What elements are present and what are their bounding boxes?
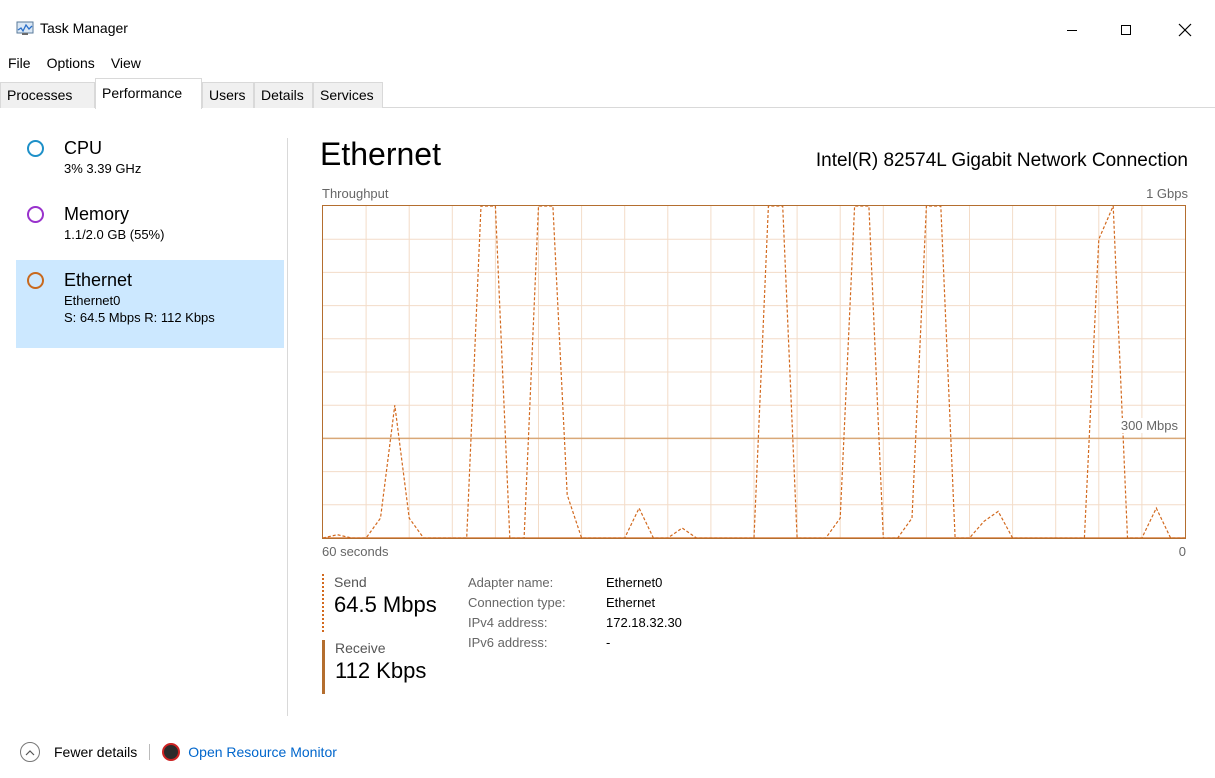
tab-strip: Processes Performance Users Details Serv… xyxy=(0,78,1215,109)
send-value: 64.5 Mbps xyxy=(334,592,437,617)
time-axis-start-label: 60 seconds xyxy=(322,544,389,559)
task-manager-icon xyxy=(16,21,34,35)
minimize-icon xyxy=(1067,30,1077,31)
menu-bar: File Options View xyxy=(0,52,149,74)
sidebar-item-speed: S: 64.5 Mbps R: 112 Kbps xyxy=(64,310,215,325)
sidebar-item-title: Memory xyxy=(64,204,130,224)
footer-divider xyxy=(149,744,151,760)
sidebar-item-memory[interactable]: Memory 1.1/2.0 GB (55%) xyxy=(16,194,284,260)
throughput-label: Throughput xyxy=(322,186,389,201)
title-bar: Task Manager xyxy=(0,0,1215,52)
sidebar-item-title: Ethernet xyxy=(64,270,133,290)
send-label: Send xyxy=(334,574,367,590)
info-value: 172.18.32.30 xyxy=(606,615,682,630)
memory-circle-icon xyxy=(27,206,44,223)
performance-sidebar: CPU 3% 3.39 GHz Memory 1.1/2.0 GB (55%) … xyxy=(16,128,284,348)
receive-stat: Receive 112 Kbps xyxy=(322,640,426,694)
adapter-info: Adapter name: Ethernet0 Connection type:… xyxy=(468,575,682,655)
max-throughput-label: 1 Gbps xyxy=(1146,186,1188,201)
sidebar-item-detail: Ethernet0 xyxy=(64,293,121,308)
sidebar-item-title: CPU xyxy=(64,138,103,158)
menu-file[interactable]: File xyxy=(0,52,39,74)
info-label: IPv4 address: xyxy=(468,615,548,630)
info-value: Ethernet0 xyxy=(606,575,663,590)
window-title: Task Manager xyxy=(40,20,128,36)
info-row-adapter-name: Adapter name: Ethernet0 xyxy=(468,575,682,595)
time-axis-end-label: 0 xyxy=(1178,544,1186,559)
sidebar-divider[interactable] xyxy=(287,138,288,716)
tab-users[interactable]: Users xyxy=(202,82,254,108)
reference-line-label: 300 Mbps xyxy=(1119,418,1179,433)
close-button[interactable] xyxy=(1162,10,1208,50)
maximize-button[interactable] xyxy=(1103,10,1149,50)
maximize-icon xyxy=(1121,25,1131,35)
tab-details[interactable]: Details xyxy=(254,82,313,108)
menu-view[interactable]: View xyxy=(103,52,149,74)
throughput-chart xyxy=(323,206,1185,538)
sidebar-item-ethernet[interactable]: Ethernet Ethernet0 S: 64.5 Mbps R: 112 K… xyxy=(16,260,284,348)
close-icon xyxy=(1178,23,1192,37)
fewer-details-button[interactable]: Fewer details xyxy=(54,744,137,760)
info-value: Ethernet xyxy=(606,595,656,610)
resource-monitor-icon[interactable] xyxy=(162,743,181,761)
receive-label: Receive xyxy=(335,640,386,656)
page-title: Ethernet xyxy=(320,136,441,172)
minimize-button[interactable] xyxy=(1049,10,1095,50)
send-stat: Send 64.5 Mbps xyxy=(322,574,437,632)
footer-bar: Fewer details Open Resource Monitor xyxy=(20,740,337,764)
receive-value: 112 Kbps xyxy=(335,658,427,683)
chevron-up-icon[interactable] xyxy=(20,742,40,762)
tab-processes[interactable]: Processes xyxy=(0,82,95,108)
menu-options[interactable]: Options xyxy=(39,52,103,74)
info-label: Adapter name: xyxy=(468,575,554,590)
sidebar-item-detail: 3% 3.39 GHz xyxy=(64,161,142,176)
sidebar-item-detail: 1.1/2.0 GB (55%) xyxy=(64,227,165,242)
adapter-full-name: Intel(R) 82574L Gigabit Network Connecti… xyxy=(815,150,1188,171)
cpu-circle-icon xyxy=(27,140,44,157)
info-value: - xyxy=(606,635,611,650)
throughput-graph: 300 Mbps xyxy=(322,205,1186,539)
info-row-connection-type: Connection type: Ethernet xyxy=(468,595,682,615)
info-row-ipv4: IPv4 address: 172.18.32.30 xyxy=(468,615,682,635)
tab-performance[interactable]: Performance xyxy=(95,78,202,109)
open-resource-monitor-link[interactable]: Open Resource Monitor xyxy=(188,744,337,760)
tab-services[interactable]: Services xyxy=(313,82,383,108)
info-label: IPv6 address: xyxy=(468,635,548,650)
info-row-ipv6: IPv6 address: - xyxy=(468,635,682,655)
sidebar-item-cpu[interactable]: CPU 3% 3.39 GHz xyxy=(16,128,284,194)
info-label: Connection type: xyxy=(468,595,566,610)
ethernet-circle-icon xyxy=(27,272,44,289)
